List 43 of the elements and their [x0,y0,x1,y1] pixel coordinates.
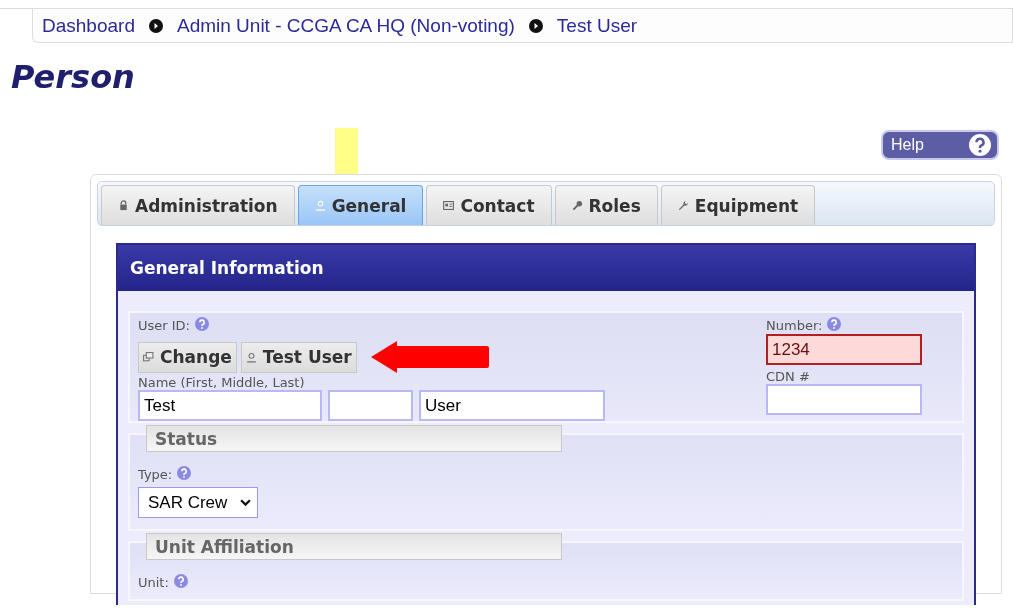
highlight-marker [335,128,358,174]
breadcrumb-link[interactable]: Test User [556,14,638,37]
help-icon[interactable] [173,573,188,588]
tab[interactable]: General [297,185,424,225]
breadcrumb-link[interactable]: Dashboard [42,14,135,37]
lock-icon [118,200,129,211]
change-button[interactable]: Change [138,341,237,373]
chevron-circle-icon [528,18,543,33]
number-field[interactable]: 1234 [766,334,922,365]
tab[interactable]: Contact [426,185,552,225]
page-title: Person [11,57,136,97]
tab[interactable]: Administration [101,185,295,225]
fieldset-legend: Unit Affiliation [146,533,562,560]
panel-header: General Information [118,245,974,291]
tab[interactable]: Equipment [660,185,816,225]
help-icon[interactable] [827,316,842,331]
card-icon [443,200,455,211]
field-label: Name (First, Middle, Last) [138,375,306,390]
first-name-field[interactable]: Test [138,390,322,421]
field-label: Number: [766,318,823,333]
last-name-field[interactable]: User [419,390,605,421]
windows-icon [143,351,154,363]
person-icon [314,200,326,211]
help-icon [969,134,991,156]
cdn-field[interactable] [766,384,922,415]
type-select[interactable]: SAR Crew [138,487,258,518]
person-icon [245,351,257,363]
wrench-icon [677,200,689,211]
field-label: Unit: [138,575,169,590]
field-label: Type: [138,467,173,482]
help-icon[interactable] [177,465,192,480]
middle-name-field[interactable] [328,390,413,421]
fieldset-legend: Status [146,425,562,452]
field-label: User ID: [138,318,190,333]
user-button[interactable]: Test User [240,341,357,373]
caret-icon [240,498,251,507]
field-label: CDN # [766,369,811,384]
chevron-circle-icon [148,18,163,33]
help-button[interactable]: Help [881,130,999,160]
help-icon[interactable] [195,316,209,331]
tab[interactable]: Roles [554,185,658,225]
key-icon [571,200,583,211]
breadcrumb-link[interactable]: Admin Unit - CCGA CA HQ (Non-voting) [176,14,515,37]
